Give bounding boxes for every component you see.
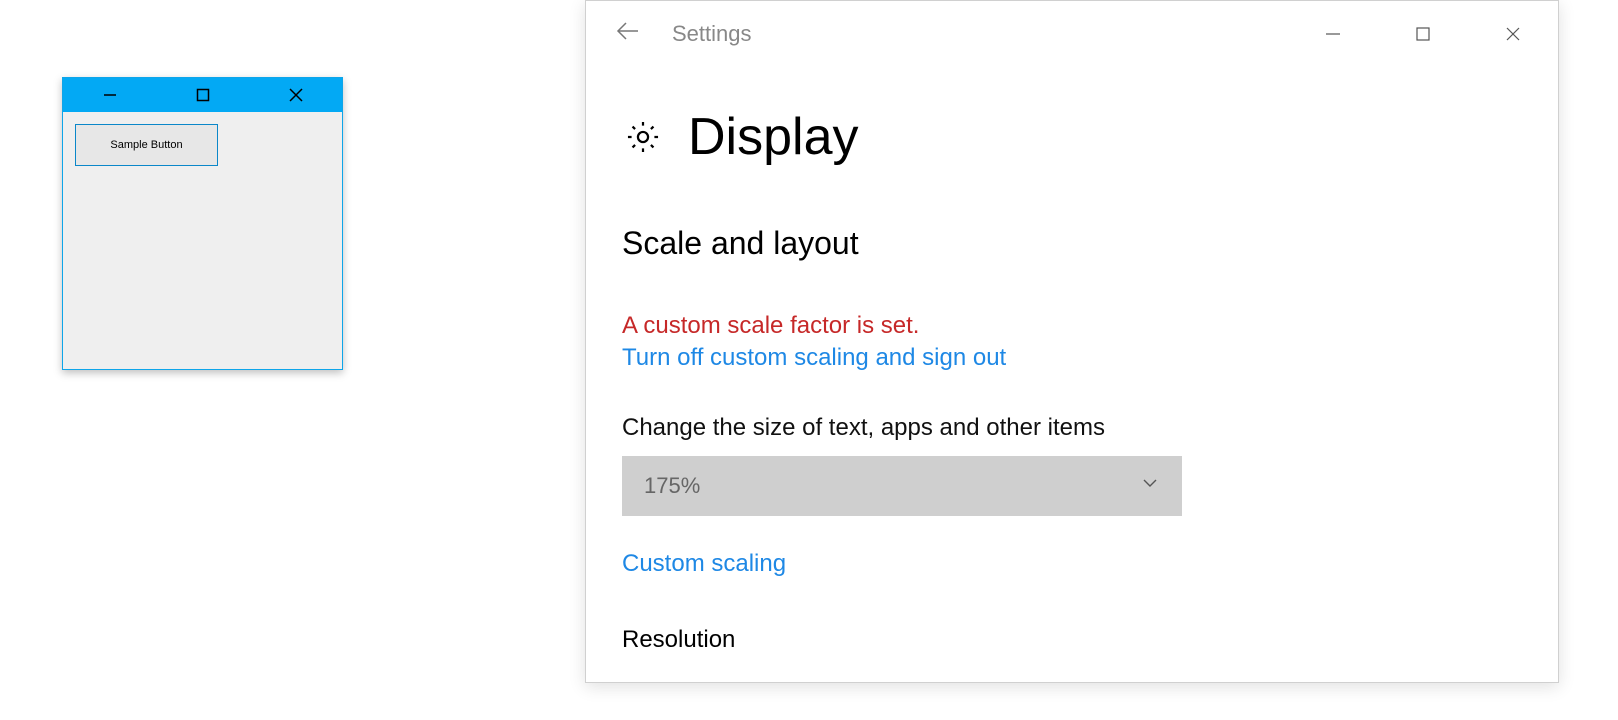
scale-dropdown-value: 175% (644, 473, 700, 499)
page-title: Display (688, 107, 859, 167)
settings-window: Settings Display Scale and layout (585, 0, 1559, 683)
settings-titlebar[interactable]: Settings (586, 1, 1558, 67)
minimize-button[interactable] (63, 78, 156, 112)
sample-button-label: Sample Button (110, 139, 182, 151)
gear-icon (622, 116, 664, 158)
scale-dropdown[interactable]: 175% (622, 456, 1182, 516)
section-heading-resolution: Resolution (622, 626, 1522, 654)
settings-title-left: Settings (604, 10, 752, 58)
custom-scale-warning: A custom scale factor is set. (622, 312, 1522, 340)
back-button[interactable] (604, 10, 652, 58)
minimize-button[interactable] (1288, 10, 1378, 58)
back-icon (615, 18, 641, 50)
sample-button[interactable]: Sample Button (75, 124, 218, 166)
close-button[interactable] (249, 78, 342, 112)
maximize-button[interactable] (1378, 10, 1468, 58)
display-header: Display (622, 107, 1522, 167)
section-heading-scale-layout: Scale and layout (622, 225, 1522, 262)
sample-app-window: Sample Button (62, 77, 343, 370)
settings-body: Display Scale and layout A custom scale … (586, 67, 1558, 654)
maximize-button[interactable] (156, 78, 249, 112)
chevron-down-icon (1140, 473, 1160, 499)
sample-app-client-area: Sample Button (63, 112, 342, 178)
window-title: Settings (672, 21, 752, 47)
custom-scaling-link[interactable]: Custom scaling (622, 550, 1522, 578)
window-caption-buttons (1288, 10, 1558, 58)
close-button[interactable] (1468, 10, 1558, 58)
scale-size-label: Change the size of text, apps and other … (622, 414, 1522, 442)
turn-off-scaling-link[interactable]: Turn off custom scaling and sign out (622, 344, 1522, 372)
sample-app-titlebar[interactable] (63, 78, 342, 112)
